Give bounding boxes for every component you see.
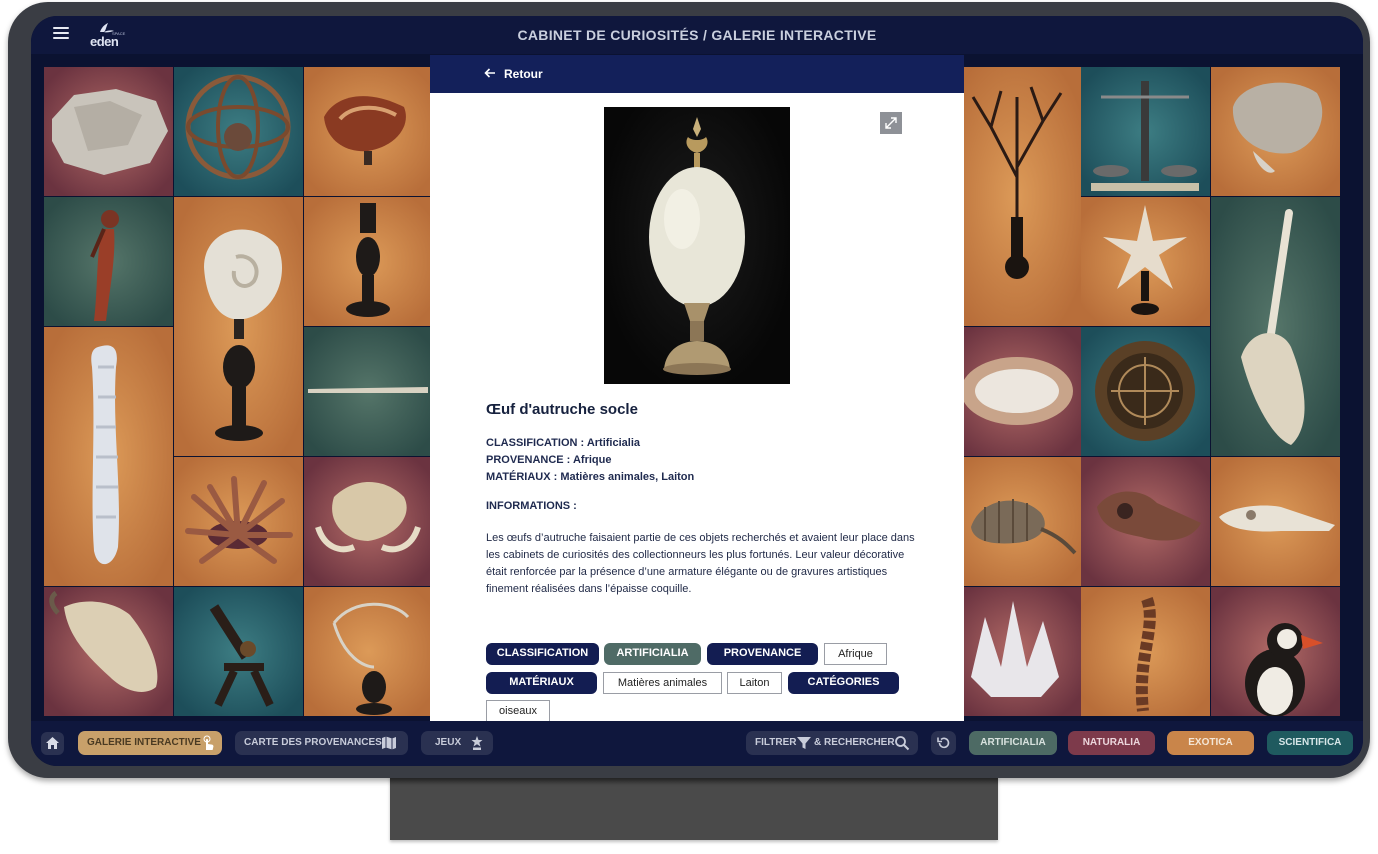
filter-exotica[interactable]: EXOTICA	[1167, 731, 1254, 755]
tile-microscope[interactable]	[174, 587, 303, 716]
tile-sponge[interactable]	[44, 327, 173, 586]
filter-scientifica[interactable]: SCIENTIFICA	[1267, 731, 1353, 755]
map-icon	[382, 736, 396, 750]
tag-provenance[interactable]: PROVENANCE	[707, 643, 818, 665]
object-detail-modal: Retour Œuf d'autruche socle CLASSIFICATI…	[430, 55, 964, 729]
search-icon	[895, 736, 910, 751]
arrow-left-icon	[484, 65, 496, 83]
tile-scale-balance[interactable]	[1081, 67, 1210, 196]
tile-cow-skull[interactable]	[44, 587, 173, 716]
object-photo[interactable]	[604, 107, 790, 384]
tile-sea-urchin[interactable]	[174, 457, 303, 586]
materiaux-line: MATÉRIAUX : Matières animales, Laiton	[486, 471, 695, 483]
jeux-button[interactable]: JEUX	[421, 731, 493, 755]
tag-materiaux[interactable]: MATÉRIAUX	[486, 672, 597, 694]
tag-classification[interactable]: CLASSIFICATION	[486, 643, 599, 665]
tag-matieres-animales[interactable]: Matières animales	[603, 672, 722, 694]
filtrer-label: FILTRER	[755, 737, 797, 748]
touch-icon	[203, 735, 214, 750]
filter-icon	[797, 737, 811, 749]
tile-compass[interactable]	[1081, 327, 1210, 456]
tag-afrique[interactable]: Afrique	[824, 643, 887, 665]
filtrer-rechercher-button[interactable]: FILTRER & RECHERCHER	[746, 731, 918, 755]
classification-line: CLASSIFICATION : Artificialia	[486, 437, 641, 449]
jeux-label: JEUX	[435, 737, 462, 748]
galerie-label: GALERIE INTERACTIVE	[87, 737, 201, 748]
filter-naturalia[interactable]: NATURALIA	[1068, 731, 1155, 755]
tile-quartz-cluster[interactable]	[951, 587, 1081, 716]
top-bar: eden SPACE CABINET DE CURIOSITÉS / GALER…	[31, 16, 1363, 54]
tile-puffin[interactable]	[1211, 587, 1340, 716]
tile-crystal-rock[interactable]	[44, 67, 173, 196]
tile-unicorn-skull[interactable]	[1211, 197, 1340, 456]
rechercher-label: & RECHERCHER	[814, 737, 895, 748]
object-title: Œuf d'autruche socle	[486, 401, 638, 418]
tile-mermaid-figure[interactable]	[44, 197, 173, 326]
tag-oiseaux[interactable]: oiseaux	[486, 700, 550, 722]
tile-vertebrae[interactable]	[1081, 587, 1210, 716]
tile-boar-skull[interactable]	[304, 457, 433, 586]
tile-crocodile-skull[interactable]	[1211, 457, 1340, 586]
bottom-navigation: GALERIE INTERACTIVE CARTE DES PROVENANCE…	[31, 721, 1363, 766]
tag-artificialia[interactable]: ARTIFICIALIA	[604, 643, 701, 665]
modal-header: Retour	[430, 55, 964, 93]
info-heading: INFORMATIONS :	[486, 500, 577, 512]
reset-icon[interactable]	[931, 731, 956, 755]
provenance-line: PROVENANCE : Afrique	[486, 454, 612, 466]
tile-narwhal-tusk[interactable]	[304, 327, 433, 456]
carte-provenances-button[interactable]: CARTE DES PROVENANCES	[235, 731, 408, 755]
object-metadata: CLASSIFICATION : Artificialia PROVENANCE…	[486, 435, 694, 486]
filter-artificialia[interactable]: ARTIFICIALIA	[969, 731, 1057, 755]
stage: eden SPACE CABINET DE CURIOSITÉS / GALER…	[0, 0, 1378, 854]
back-label: Retour	[504, 67, 543, 81]
object-description: Les œufs d’autruche faisaient partie de …	[486, 532, 915, 595]
tile-nautilus-shell[interactable]	[174, 197, 303, 456]
screen: eden SPACE CABINET DE CURIOSITÉS / GALER…	[31, 16, 1363, 766]
carte-label: CARTE DES PROVENANCES	[244, 737, 382, 748]
tile-coral-branch[interactable]	[951, 67, 1081, 326]
home-icon[interactable]	[41, 732, 64, 755]
expand-icon[interactable]	[880, 112, 902, 134]
tile-pedestal-cup[interactable]	[304, 197, 433, 326]
tile-fossil-stone[interactable]	[1211, 67, 1340, 196]
tile-geode[interactable]	[951, 327, 1081, 456]
monitor-stand	[390, 775, 998, 840]
tag-laiton[interactable]: Laiton	[727, 672, 782, 694]
monitor-bezel: eden SPACE CABINET DE CURIOSITÉS / GALER…	[8, 2, 1370, 778]
tile-armadillo[interactable]	[951, 457, 1081, 586]
back-button[interactable]: Retour	[484, 65, 543, 83]
tile-armillary-sphere[interactable]	[174, 67, 303, 196]
tile-starfish[interactable]	[1081, 197, 1210, 326]
tag-categories[interactable]: CATÉGORIES	[788, 672, 899, 694]
tile-nautilus-cup[interactable]	[304, 67, 433, 196]
page-title: CABINET DE CURIOSITÉS / GALERIE INTERACT…	[517, 27, 877, 43]
game-piece-icon	[471, 736, 483, 750]
tile-dodo-skull[interactable]	[1081, 457, 1210, 586]
galerie-interactive-button[interactable]: GALERIE INTERACTIVE	[78, 731, 222, 755]
tile-bird-cage[interactable]	[304, 587, 433, 716]
